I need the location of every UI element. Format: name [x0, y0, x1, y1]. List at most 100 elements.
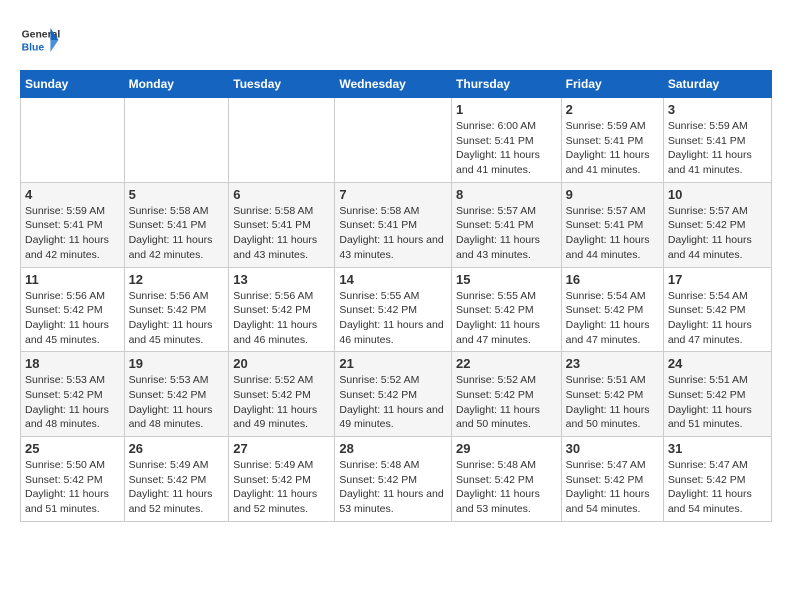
calendar-cell: 27 Sunrise: 5:49 AMSunset: 5:42 PMDaylig… [229, 437, 335, 522]
calendar-cell: 22 Sunrise: 5:52 AMSunset: 5:42 PMDaylig… [452, 352, 562, 437]
calendar-header-row: SundayMondayTuesdayWednesdayThursdayFrid… [21, 71, 772, 98]
day-info: Sunrise: 5:58 AMSunset: 5:41 PMDaylight:… [129, 204, 225, 263]
day-number: 10 [668, 187, 767, 202]
day-info: Sunrise: 5:53 AMSunset: 5:42 PMDaylight:… [129, 373, 225, 432]
day-info: Sunrise: 5:52 AMSunset: 5:42 PMDaylight:… [339, 373, 447, 432]
day-info: Sunrise: 5:48 AMSunset: 5:42 PMDaylight:… [339, 458, 447, 517]
calendar-cell: 24 Sunrise: 5:51 AMSunset: 5:42 PMDaylig… [663, 352, 771, 437]
day-number: 5 [129, 187, 225, 202]
day-info: Sunrise: 5:54 AMSunset: 5:42 PMDaylight:… [668, 289, 767, 348]
day-number: 17 [668, 272, 767, 287]
calendar-week-4: 18 Sunrise: 5:53 AMSunset: 5:42 PMDaylig… [21, 352, 772, 437]
day-info: Sunrise: 5:56 AMSunset: 5:42 PMDaylight:… [25, 289, 120, 348]
day-header-wednesday: Wednesday [335, 71, 452, 98]
day-number: 29 [456, 441, 557, 456]
calendar-cell: 31 Sunrise: 5:47 AMSunset: 5:42 PMDaylig… [663, 437, 771, 522]
day-header-saturday: Saturday [663, 71, 771, 98]
calendar-cell: 1 Sunrise: 6:00 AMSunset: 5:41 PMDayligh… [452, 98, 562, 183]
day-number: 11 [25, 272, 120, 287]
calendar-cell: 14 Sunrise: 5:55 AMSunset: 5:42 PMDaylig… [335, 267, 452, 352]
calendar-cell: 8 Sunrise: 5:57 AMSunset: 5:41 PMDayligh… [452, 182, 562, 267]
day-number: 14 [339, 272, 447, 287]
day-number: 20 [233, 356, 330, 371]
day-info: Sunrise: 5:51 AMSunset: 5:42 PMDaylight:… [668, 373, 767, 432]
day-number: 30 [566, 441, 659, 456]
day-number: 18 [25, 356, 120, 371]
day-info: Sunrise: 5:47 AMSunset: 5:42 PMDaylight:… [668, 458, 767, 517]
calendar-cell: 30 Sunrise: 5:47 AMSunset: 5:42 PMDaylig… [561, 437, 663, 522]
day-number: 4 [25, 187, 120, 202]
day-header-tuesday: Tuesday [229, 71, 335, 98]
day-number: 23 [566, 356, 659, 371]
day-number: 15 [456, 272, 557, 287]
day-info: Sunrise: 5:52 AMSunset: 5:42 PMDaylight:… [233, 373, 330, 432]
calendar-cell: 12 Sunrise: 5:56 AMSunset: 5:42 PMDaylig… [124, 267, 229, 352]
day-info: Sunrise: 5:51 AMSunset: 5:42 PMDaylight:… [566, 373, 659, 432]
day-info: Sunrise: 6:00 AMSunset: 5:41 PMDaylight:… [456, 119, 557, 178]
calendar-cell: 21 Sunrise: 5:52 AMSunset: 5:42 PMDaylig… [335, 352, 452, 437]
day-number: 7 [339, 187, 447, 202]
day-number: 8 [456, 187, 557, 202]
page-header: General Blue [20, 20, 772, 60]
calendar-cell [124, 98, 229, 183]
day-info: Sunrise: 5:58 AMSunset: 5:41 PMDaylight:… [339, 204, 447, 263]
day-info: Sunrise: 5:59 AMSunset: 5:41 PMDaylight:… [668, 119, 767, 178]
day-info: Sunrise: 5:59 AMSunset: 5:41 PMDaylight:… [566, 119, 659, 178]
day-number: 31 [668, 441, 767, 456]
day-info: Sunrise: 5:57 AMSunset: 5:42 PMDaylight:… [668, 204, 767, 263]
day-info: Sunrise: 5:49 AMSunset: 5:42 PMDaylight:… [233, 458, 330, 517]
day-number: 26 [129, 441, 225, 456]
day-number: 12 [129, 272, 225, 287]
calendar-table: SundayMondayTuesdayWednesdayThursdayFrid… [20, 70, 772, 522]
day-info: Sunrise: 5:54 AMSunset: 5:42 PMDaylight:… [566, 289, 659, 348]
day-number: 27 [233, 441, 330, 456]
calendar-cell [229, 98, 335, 183]
calendar-cell: 18 Sunrise: 5:53 AMSunset: 5:42 PMDaylig… [21, 352, 125, 437]
calendar-cell: 17 Sunrise: 5:54 AMSunset: 5:42 PMDaylig… [663, 267, 771, 352]
day-info: Sunrise: 5:55 AMSunset: 5:42 PMDaylight:… [339, 289, 447, 348]
calendar-week-3: 11 Sunrise: 5:56 AMSunset: 5:42 PMDaylig… [21, 267, 772, 352]
day-number: 21 [339, 356, 447, 371]
day-info: Sunrise: 5:57 AMSunset: 5:41 PMDaylight:… [456, 204, 557, 263]
day-number: 6 [233, 187, 330, 202]
calendar-body: 1 Sunrise: 6:00 AMSunset: 5:41 PMDayligh… [21, 98, 772, 522]
day-number: 1 [456, 102, 557, 117]
day-number: 13 [233, 272, 330, 287]
day-info: Sunrise: 5:57 AMSunset: 5:41 PMDaylight:… [566, 204, 659, 263]
calendar-cell: 23 Sunrise: 5:51 AMSunset: 5:42 PMDaylig… [561, 352, 663, 437]
svg-text:Blue: Blue [22, 42, 45, 53]
day-header-friday: Friday [561, 71, 663, 98]
calendar-cell: 11 Sunrise: 5:56 AMSunset: 5:42 PMDaylig… [21, 267, 125, 352]
logo: General Blue [20, 20, 60, 60]
day-number: 22 [456, 356, 557, 371]
calendar-cell: 2 Sunrise: 5:59 AMSunset: 5:41 PMDayligh… [561, 98, 663, 183]
calendar-cell: 6 Sunrise: 5:58 AMSunset: 5:41 PMDayligh… [229, 182, 335, 267]
calendar-week-1: 1 Sunrise: 6:00 AMSunset: 5:41 PMDayligh… [21, 98, 772, 183]
day-info: Sunrise: 5:56 AMSunset: 5:42 PMDaylight:… [129, 289, 225, 348]
calendar-cell: 4 Sunrise: 5:59 AMSunset: 5:41 PMDayligh… [21, 182, 125, 267]
day-info: Sunrise: 5:55 AMSunset: 5:42 PMDaylight:… [456, 289, 557, 348]
calendar-week-5: 25 Sunrise: 5:50 AMSunset: 5:42 PMDaylig… [21, 437, 772, 522]
calendar-cell: 16 Sunrise: 5:54 AMSunset: 5:42 PMDaylig… [561, 267, 663, 352]
day-info: Sunrise: 5:59 AMSunset: 5:41 PMDaylight:… [25, 204, 120, 263]
day-info: Sunrise: 5:52 AMSunset: 5:42 PMDaylight:… [456, 373, 557, 432]
day-number: 16 [566, 272, 659, 287]
day-header-monday: Monday [124, 71, 229, 98]
day-header-sunday: Sunday [21, 71, 125, 98]
day-number: 3 [668, 102, 767, 117]
calendar-cell: 7 Sunrise: 5:58 AMSunset: 5:41 PMDayligh… [335, 182, 452, 267]
day-info: Sunrise: 5:47 AMSunset: 5:42 PMDaylight:… [566, 458, 659, 517]
day-number: 28 [339, 441, 447, 456]
day-number: 24 [668, 356, 767, 371]
calendar-cell: 15 Sunrise: 5:55 AMSunset: 5:42 PMDaylig… [452, 267, 562, 352]
calendar-cell: 10 Sunrise: 5:57 AMSunset: 5:42 PMDaylig… [663, 182, 771, 267]
logo-icon: General Blue [20, 20, 60, 60]
calendar-cell: 26 Sunrise: 5:49 AMSunset: 5:42 PMDaylig… [124, 437, 229, 522]
day-number: 9 [566, 187, 659, 202]
day-info: Sunrise: 5:58 AMSunset: 5:41 PMDaylight:… [233, 204, 330, 263]
calendar-cell: 20 Sunrise: 5:52 AMSunset: 5:42 PMDaylig… [229, 352, 335, 437]
day-info: Sunrise: 5:56 AMSunset: 5:42 PMDaylight:… [233, 289, 330, 348]
day-header-thursday: Thursday [452, 71, 562, 98]
day-info: Sunrise: 5:53 AMSunset: 5:42 PMDaylight:… [25, 373, 120, 432]
calendar-cell: 28 Sunrise: 5:48 AMSunset: 5:42 PMDaylig… [335, 437, 452, 522]
